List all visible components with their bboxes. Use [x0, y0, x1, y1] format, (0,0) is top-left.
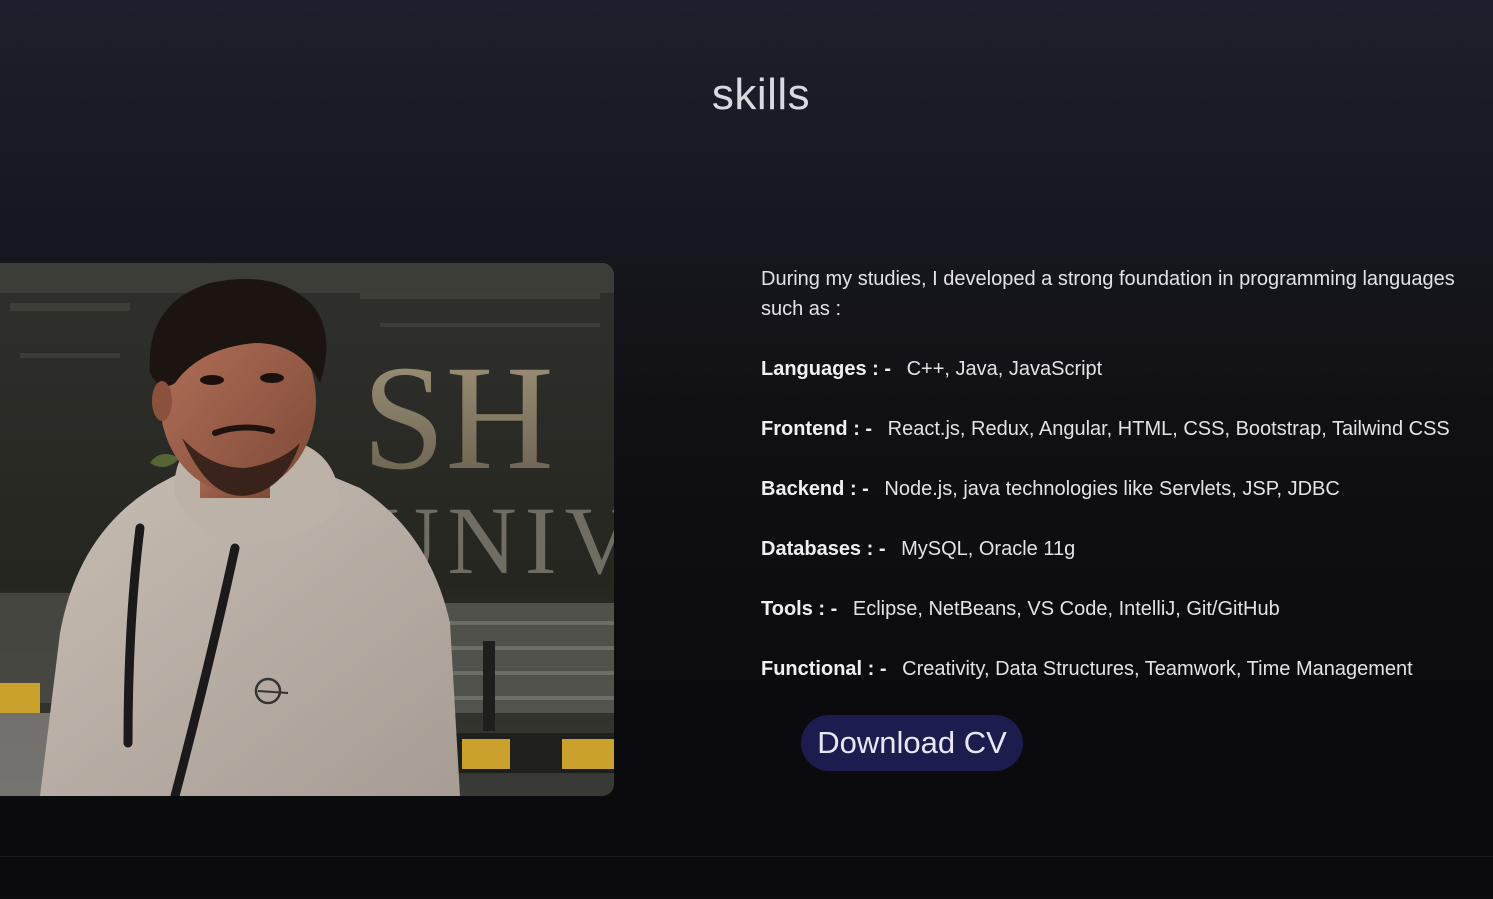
skill-separator: : -: [867, 658, 887, 680]
skill-value: React.js, Redux, Angular, HTML, CSS, Boo…: [887, 418, 1450, 440]
section-title: skills: [711, 70, 811, 119]
skill-row-frontend: Frontend : - React.js, Redux, Angular, H…: [761, 414, 1486, 444]
skills-panel: During my studies, I developed a strong …: [761, 264, 1486, 714]
skill-row-databases: Databases : - MySQL, Oracle 11g: [761, 534, 1486, 564]
skill-value: Node.js, java technologies like Servlets…: [884, 478, 1340, 500]
skill-separator: : -: [872, 358, 892, 380]
skill-label: Backend: [761, 478, 845, 500]
skill-row-languages: Languages : - C++, Java, JavaScript: [761, 354, 1486, 384]
skill-value: C++, Java, JavaScript: [906, 358, 1103, 380]
sign-letters: SH: [362, 335, 554, 501]
profile-photo-illustration: SH UNIV: [0, 263, 614, 796]
skill-label: Databases: [761, 538, 862, 560]
skill-row-backend: Backend : - Node.js, java technologies l…: [761, 474, 1486, 504]
skill-row-tools: Tools : - Eclipse, NetBeans, VS Code, In…: [761, 594, 1486, 624]
profile-photo: SH UNIV: [0, 263, 614, 796]
skill-value: Creativity, Data Structures, Teamwork, T…: [902, 658, 1413, 680]
footer-divider: [0, 856, 1493, 857]
skill-value: Eclipse, NetBeans, VS Code, IntelliJ, Gi…: [852, 598, 1280, 620]
download-cv-button[interactable]: Download CV: [801, 715, 1023, 771]
skill-separator: : -: [849, 478, 869, 500]
skill-value: MySQL, Oracle 11g: [901, 538, 1076, 560]
skill-label: Functional: [761, 658, 863, 680]
skill-label: Languages: [761, 358, 867, 380]
skill-label: Tools: [761, 598, 813, 620]
skills-intro: During my studies, I developed a strong …: [761, 268, 1455, 320]
skill-separator: : -: [818, 598, 838, 620]
skill-row-functional: Functional : - Creativity, Data Structur…: [761, 654, 1486, 684]
skill-label: Frontend: [761, 418, 848, 440]
skill-separator: : -: [866, 538, 886, 560]
skill-separator: : -: [853, 418, 873, 440]
